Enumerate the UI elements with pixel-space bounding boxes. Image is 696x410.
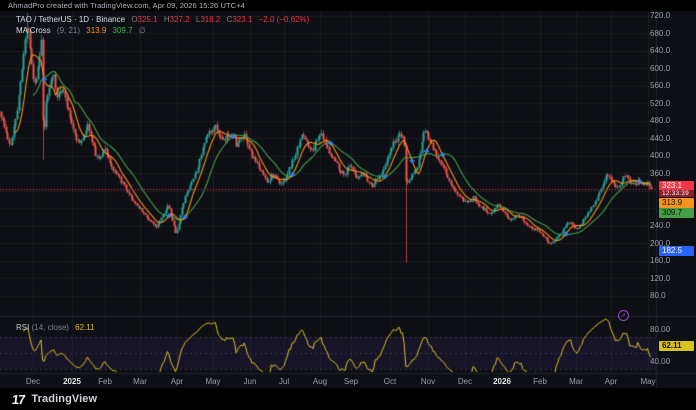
time-axis-label: May: [640, 377, 655, 386]
ma-cross-legend-row[interactable]: MA Cross (9, 21) 313.9 309.7 ∅: [16, 25, 309, 36]
ma-indicator-params: (9, 21): [57, 26, 80, 35]
pane-badge-icon[interactable]: ➚: [618, 310, 629, 321]
high-value: 327.2: [170, 15, 190, 24]
price-axis-tick: 120.0: [650, 274, 690, 283]
time-axis-label: Sep: [344, 377, 358, 386]
time-axis-label: Mar: [569, 377, 583, 386]
symbol-legend-row[interactable]: TAO / TetherUS · 1D · Binance O325.1 H32…: [16, 14, 309, 25]
ma-cross-empty-icon: ∅: [139, 26, 146, 35]
time-axis-label: Nov: [421, 377, 435, 386]
ma-slow-axis-label: 309.7: [659, 208, 694, 218]
time-axis-label: Jul: [279, 377, 289, 386]
time-axis-label: May: [205, 377, 220, 386]
rsi-indicator-name: RSI: [16, 323, 29, 332]
footer-bar: 17 TradingView: [0, 388, 696, 410]
bar-countdown: 12:33:39: [659, 190, 694, 197]
rsi-indicator-params: (14, close): [32, 323, 69, 332]
time-axis-label: Aug: [313, 377, 327, 386]
price-axis-tick: 520.0: [650, 99, 690, 108]
change-value: −2.0 (−0.62%): [259, 15, 310, 24]
time-axis-label: 2026: [493, 377, 511, 386]
price-axis-tick: 440.0: [650, 134, 690, 143]
attribution-text: AhmadPro created with TradingView.com, A…: [8, 1, 245, 10]
time-axis-label: Mar: [133, 377, 147, 386]
close-value: 323.1: [232, 15, 252, 24]
time-axis-label: Dec: [458, 377, 472, 386]
chart-legend: TAO / TetherUS · 1D · Binance O325.1 H32…: [16, 14, 309, 36]
price-axis-tick: 160.0: [650, 256, 690, 265]
price-chart-canvas[interactable]: [0, 0, 696, 410]
price-axis-tick: 720.0: [650, 11, 690, 20]
alert-price-label: 182.5: [659, 246, 694, 256]
rsi-axis-tick-high: 80.00: [650, 325, 690, 334]
price-axis-tick: 600.0: [650, 64, 690, 73]
price-axis-tick: 400.0: [650, 151, 690, 160]
last-price-value: 323.1: [662, 181, 694, 190]
time-axis-label: Apr: [171, 377, 183, 386]
time-axis-label: 2025: [63, 377, 81, 386]
last-price-label: 323.1 12:33:39: [659, 181, 694, 197]
time-axis-label: Apr: [605, 377, 617, 386]
rsi-axis-tick-low: 40.00: [650, 357, 690, 366]
ma-fast-value: 313.9: [86, 26, 106, 35]
time-axis-label: Feb: [533, 377, 547, 386]
price-axis-tick: 680.0: [650, 29, 690, 38]
ma-indicator-name: MA Cross: [16, 26, 51, 35]
ma-slow-value: 309.7: [113, 26, 133, 35]
tradingview-chart-snapshot: AhmadPro created with TradingView.com, A…: [0, 0, 696, 410]
rsi-value: 62.11: [75, 323, 94, 332]
price-axis-tick: 240.0: [650, 221, 690, 230]
time-axis-label: Dec: [26, 377, 40, 386]
price-axis-tick: 640.0: [650, 46, 690, 55]
time-axis-label: Jun: [244, 377, 257, 386]
time-axis-label: Feb: [98, 377, 112, 386]
tradingview-brand-text[interactable]: TradingView: [31, 393, 97, 405]
tradingview-logo-icon[interactable]: 17: [11, 392, 25, 407]
open-value: 325.1: [138, 15, 158, 24]
rsi-legend-row[interactable]: RSI (14, close) 62.11: [16, 323, 95, 332]
price-axis-tick: 560.0: [650, 81, 690, 90]
symbol-title: TAO / TetherUS · 1D · Binance: [16, 15, 125, 24]
price-axis-tick: 80.0: [650, 291, 690, 300]
low-value: 318.2: [200, 15, 220, 24]
time-axis-label: Oct: [384, 377, 396, 386]
price-axis-tick: 480.0: [650, 116, 690, 125]
rsi-axis-label: 62.11: [659, 341, 694, 351]
price-axis-tick: 360.0: [650, 169, 690, 178]
ma-fast-axis-label: 313.9: [659, 198, 694, 208]
